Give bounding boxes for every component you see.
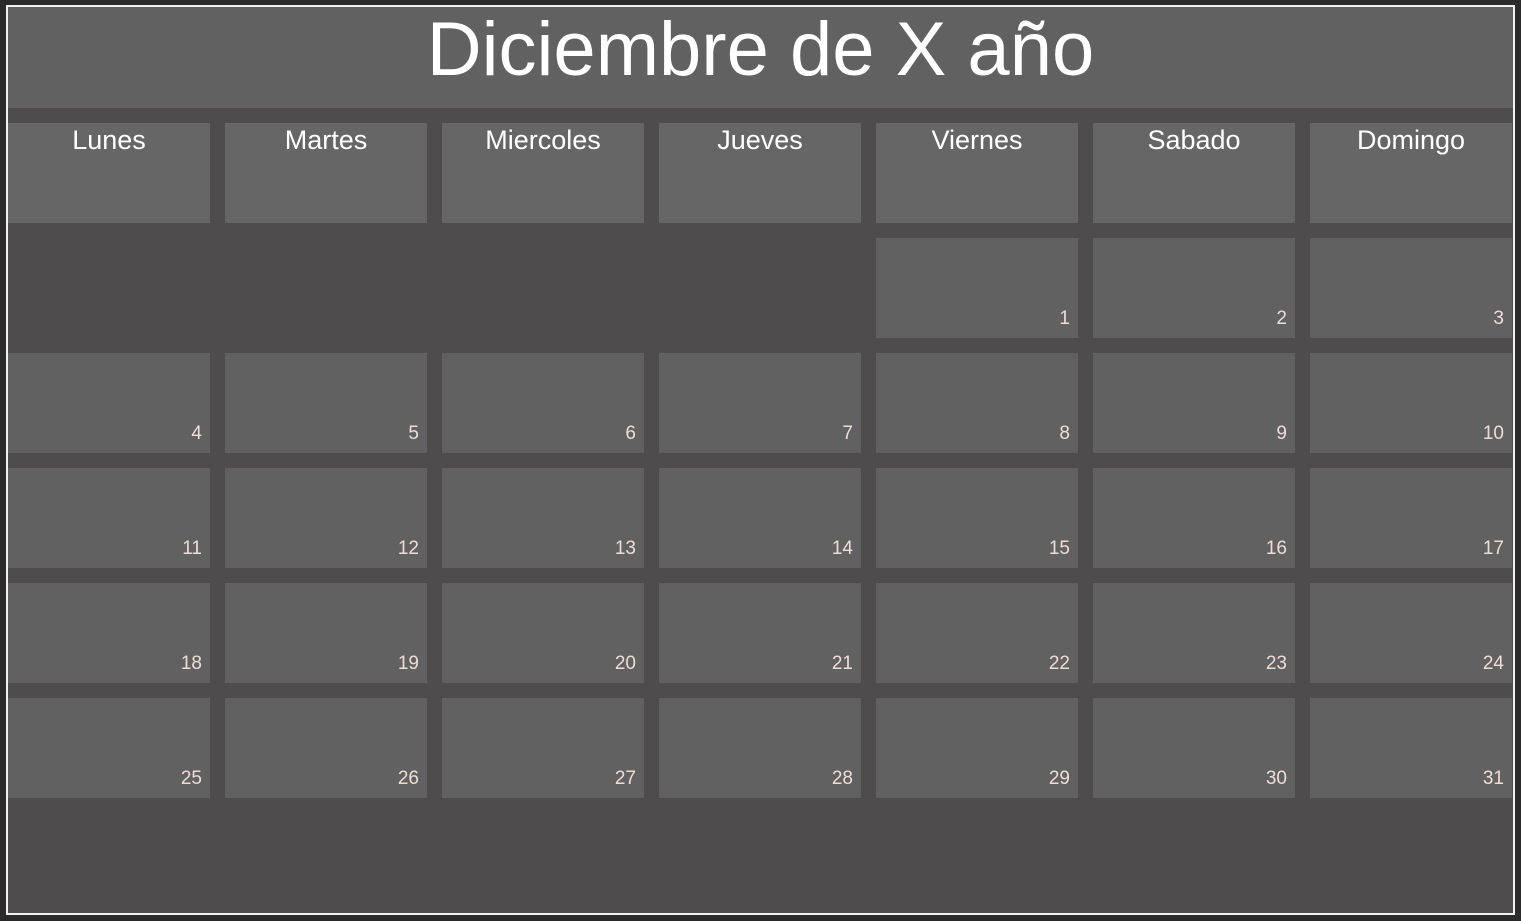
weekday-header-lunes: Lunes xyxy=(8,123,210,223)
day-number: 17 xyxy=(1482,538,1504,559)
day-cell[interactable]: 13 xyxy=(442,468,644,568)
day-cell[interactable]: 12 xyxy=(225,468,427,568)
day-number: 29 xyxy=(1048,768,1070,789)
day-number: 12 xyxy=(397,538,419,559)
day-number: 7 xyxy=(842,423,853,444)
weekday-header-jueves: Jueves xyxy=(659,123,861,223)
day-number: 20 xyxy=(614,653,636,674)
day-cell[interactable]: 7 xyxy=(659,353,861,453)
day-number: 31 xyxy=(1482,768,1504,789)
day-cell[interactable]: 14 xyxy=(659,468,861,568)
day-cell[interactable]: 17 xyxy=(1310,468,1512,568)
day-cell[interactable]: 11 xyxy=(8,468,210,568)
day-number: 23 xyxy=(1265,653,1287,674)
weekday-header-miercoles: Miercoles xyxy=(442,123,644,223)
empty-day-cell xyxy=(442,238,644,338)
day-cell[interactable]: 28 xyxy=(659,698,861,798)
calendar-grid: Lunes Martes Miercoles Jueves Viernes Sa… xyxy=(8,123,1513,798)
day-number: 3 xyxy=(1493,308,1504,329)
empty-day-cell xyxy=(659,238,861,338)
day-number: 26 xyxy=(397,768,419,789)
weekday-header-sabado: Sabado xyxy=(1093,123,1295,223)
day-cell[interactable]: 10 xyxy=(1310,353,1512,453)
day-cell[interactable]: 25 xyxy=(8,698,210,798)
empty-day-cell xyxy=(225,238,427,338)
day-number: 24 xyxy=(1482,653,1504,674)
day-cell[interactable]: 15 xyxy=(876,468,1078,568)
day-number: 11 xyxy=(182,538,202,559)
day-number: 27 xyxy=(614,768,636,789)
day-number: 25 xyxy=(180,768,202,789)
day-cell[interactable]: 30 xyxy=(1093,698,1295,798)
empty-day-cell xyxy=(8,238,210,338)
day-cell[interactable]: 1 xyxy=(876,238,1078,338)
day-number: 18 xyxy=(180,653,202,674)
title-bar: Diciembre de X año xyxy=(8,7,1513,108)
day-cell[interactable]: 29 xyxy=(876,698,1078,798)
day-number: 19 xyxy=(397,653,419,674)
day-number: 22 xyxy=(1048,653,1070,674)
day-cell[interactable]: 8 xyxy=(876,353,1078,453)
day-cell[interactable]: 26 xyxy=(225,698,427,798)
weekday-header-viernes: Viernes xyxy=(876,123,1078,223)
day-number: 15 xyxy=(1048,538,1070,559)
day-number: 4 xyxy=(191,423,202,444)
day-number: 30 xyxy=(1265,768,1287,789)
day-cell[interactable]: 27 xyxy=(442,698,644,798)
day-number: 9 xyxy=(1276,423,1287,444)
day-cell[interactable]: 6 xyxy=(442,353,644,453)
day-number: 5 xyxy=(408,423,419,444)
day-number: 21 xyxy=(831,653,853,674)
day-cell[interactable]: 4 xyxy=(8,353,210,453)
day-cell[interactable]: 31 xyxy=(1310,698,1512,798)
day-number: 1 xyxy=(1059,308,1070,329)
day-cell[interactable]: 5 xyxy=(225,353,427,453)
weekday-header-domingo: Domingo xyxy=(1310,123,1512,223)
day-cell[interactable]: 22 xyxy=(876,583,1078,683)
day-number: 8 xyxy=(1059,423,1070,444)
day-number: 13 xyxy=(614,538,636,559)
day-number: 10 xyxy=(1482,423,1504,444)
day-cell[interactable]: 19 xyxy=(225,583,427,683)
calendar-title: Diciembre de X año xyxy=(426,7,1095,92)
day-number: 16 xyxy=(1265,538,1287,559)
day-cell[interactable]: 21 xyxy=(659,583,861,683)
day-cell[interactable]: 9 xyxy=(1093,353,1295,453)
day-number: 2 xyxy=(1276,308,1287,329)
day-cell[interactable]: 18 xyxy=(8,583,210,683)
day-cell[interactable]: 3 xyxy=(1310,238,1512,338)
day-cell[interactable]: 2 xyxy=(1093,238,1295,338)
day-cell[interactable]: 24 xyxy=(1310,583,1512,683)
day-number: 14 xyxy=(831,538,853,559)
day-number: 28 xyxy=(831,768,853,789)
weekday-header-martes: Martes xyxy=(225,123,427,223)
day-cell[interactable]: 23 xyxy=(1093,583,1295,683)
day-cell[interactable]: 20 xyxy=(442,583,644,683)
calendar-frame: Diciembre de X año Lunes Martes Miercole… xyxy=(6,5,1515,915)
day-cell[interactable]: 16 xyxy=(1093,468,1295,568)
day-number: 6 xyxy=(625,423,636,444)
